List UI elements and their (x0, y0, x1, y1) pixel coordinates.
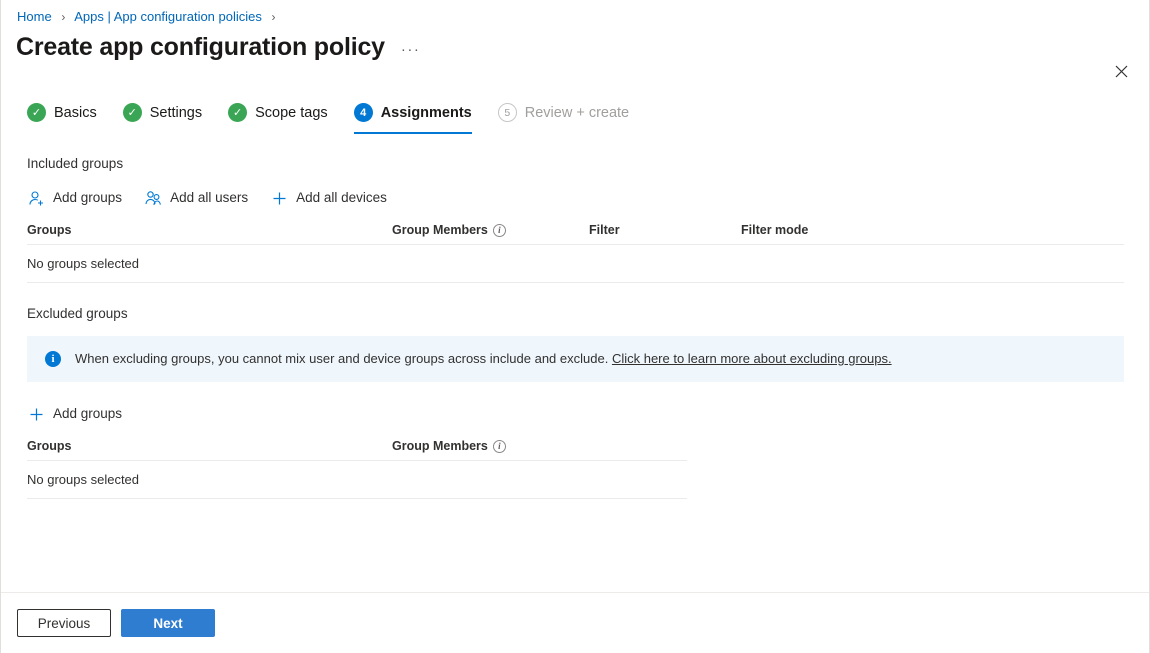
wizard-footer: Previous Next (1, 592, 1149, 653)
add-groups-label: Add groups (53, 189, 122, 207)
column-header-group-members-label: Group Members (392, 223, 488, 237)
step-number-badge: 4 (354, 103, 373, 122)
included-groups-label: Included groups (27, 155, 1133, 173)
included-groups-commandbar: Add groups Add all users (27, 185, 1133, 211)
info-icon: i (45, 351, 61, 367)
add-groups-button[interactable]: Add groups (27, 186, 122, 210)
wizard-steps: ✓ Basics ✓ Settings ✓ Scope tags 4 Assig… (1, 97, 1149, 133)
excluded-groups-label: Excluded groups (27, 305, 1133, 323)
banner-message: When excluding groups, you cannot mix us… (75, 351, 608, 366)
page-title: Create app configuration policy (16, 31, 385, 63)
close-icon[interactable] (1107, 57, 1135, 85)
add-all-users-label: Add all users (170, 189, 248, 207)
excluded-groups-table: Groups Group Members i No groups selected (27, 439, 687, 499)
next-button[interactable]: Next (121, 609, 215, 637)
breadcrumb: Home › Apps | App configuration policies… (1, 0, 1149, 25)
table-row: No groups selected (27, 245, 1124, 283)
create-policy-blade: Home › Apps | App configuration policies… (0, 0, 1150, 653)
column-header-groups: Groups (27, 439, 392, 453)
wizard-step-scope-tags[interactable]: ✓ Scope tags (228, 97, 328, 131)
empty-state-text: No groups selected (27, 256, 392, 271)
add-all-devices-label: Add all devices (296, 189, 387, 207)
column-header-group-members: Group Members i (392, 223, 589, 237)
more-options-icon[interactable]: ··· (401, 44, 421, 56)
column-header-filter-mode: Filter mode (741, 223, 941, 237)
plus-icon (270, 189, 288, 207)
empty-state-text: No groups selected (27, 472, 392, 487)
wizard-step-label: Scope tags (255, 103, 328, 123)
breadcrumb-item-home[interactable]: Home (17, 9, 52, 24)
wizard-step-label: Settings (150, 103, 202, 123)
check-icon: ✓ (228, 103, 247, 122)
add-all-devices-button[interactable]: Add all devices (270, 186, 387, 210)
banner-text: When excluding groups, you cannot mix us… (75, 350, 892, 368)
breadcrumb-separator-icon: › (61, 10, 65, 24)
wizard-step-assignments[interactable]: 4 Assignments (354, 97, 472, 131)
assignments-content: Included groups Add groups (1, 133, 1149, 592)
excluded-add-groups-label: Add groups (53, 405, 122, 423)
title-row: Create app configuration policy ··· (1, 25, 1149, 63)
wizard-step-label: Review + create (525, 103, 629, 123)
step-number-badge: 5 (498, 103, 517, 122)
column-header-filter: Filter (589, 223, 741, 237)
wizard-step-label: Assignments (381, 103, 472, 123)
info-icon[interactable]: i (493, 440, 506, 453)
wizard-step-review-create: 5 Review + create (498, 97, 629, 131)
excluded-groups-info-banner: i When excluding groups, you cannot mix … (27, 336, 1124, 382)
learn-more-link[interactable]: Click here to learn more about excluding… (612, 351, 892, 366)
users-icon (144, 189, 162, 207)
previous-button[interactable]: Previous (17, 609, 111, 637)
add-all-users-button[interactable]: Add all users (144, 186, 248, 210)
column-header-groups: Groups (27, 223, 392, 237)
included-groups-table: Groups Group Members i Filter Filter mode… (27, 223, 1124, 283)
wizard-step-settings[interactable]: ✓ Settings (123, 97, 202, 131)
table-header-row: Groups Group Members i (27, 439, 687, 461)
excluded-groups-commandbar: Add groups (27, 401, 1133, 427)
info-icon[interactable]: i (493, 224, 506, 237)
breadcrumb-item-apps[interactable]: Apps | App configuration policies (74, 9, 262, 24)
wizard-step-basics[interactable]: ✓ Basics (27, 97, 97, 131)
column-header-group-members: Group Members i (392, 439, 652, 453)
breadcrumb-separator-icon-2: › (272, 10, 276, 24)
table-row: No groups selected (27, 461, 687, 499)
check-icon: ✓ (123, 103, 142, 122)
plus-icon (27, 405, 45, 423)
wizard-step-label: Basics (54, 103, 97, 123)
table-header-row: Groups Group Members i Filter Filter mode (27, 223, 1124, 245)
column-header-group-members-label: Group Members (392, 439, 488, 453)
add-user-icon (27, 189, 45, 207)
excluded-add-groups-button[interactable]: Add groups (27, 402, 122, 426)
check-icon: ✓ (27, 103, 46, 122)
